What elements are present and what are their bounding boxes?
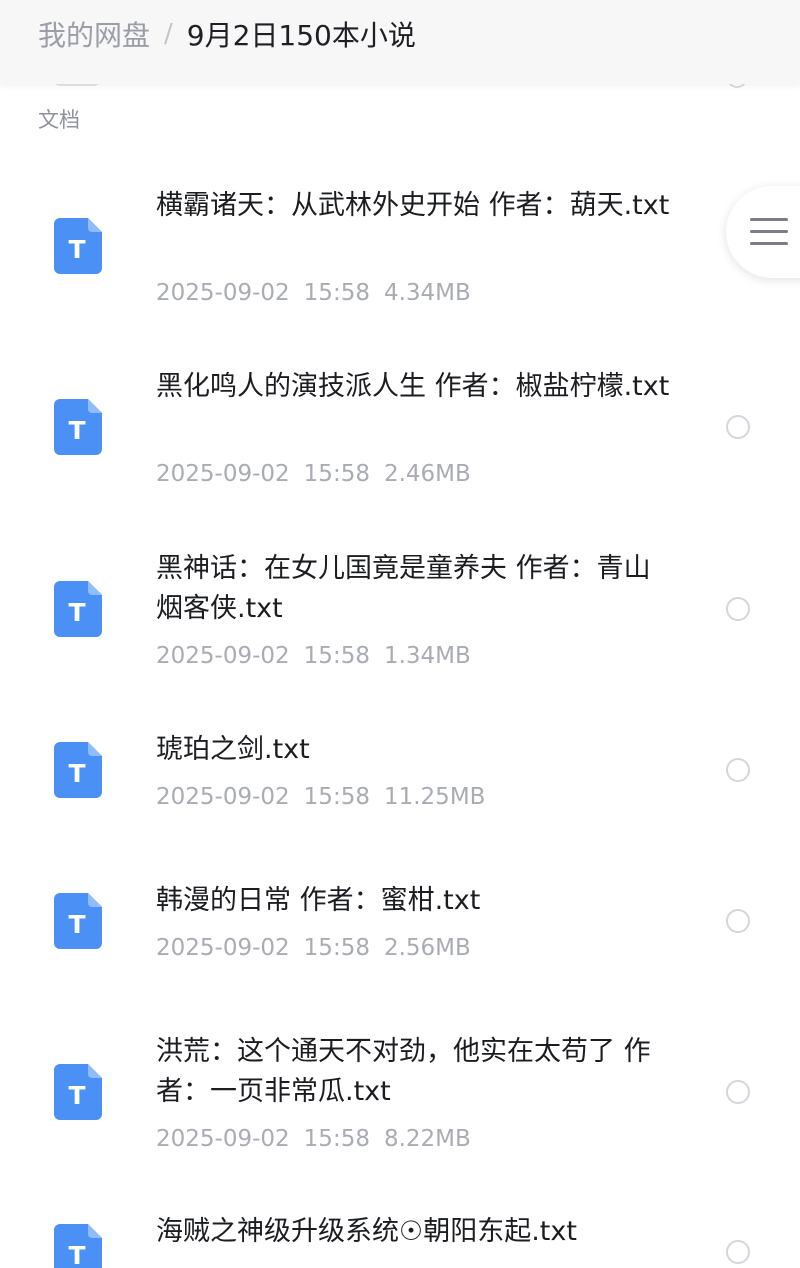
file-list: 文档 T 横霸诸天：从武林外史开始 作者：葫天.txt 2025-09-02 15…	[0, 0, 800, 1268]
breadcrumb: 我的网盘 / 9月2日150本小说	[38, 14, 416, 54]
breadcrumb-current: 9月2日150本小说	[186, 19, 416, 52]
file-meta: 2025-09-02 15:58 2.46MB	[156, 461, 485, 487]
file-name: 海贼之神级升级系统☉朝阳东起.txt	[156, 1216, 577, 1247]
svg-text:T: T	[68, 759, 85, 788]
file-size: 4.34MB	[383, 280, 471, 306]
txt-file-icon: T	[54, 581, 102, 637]
breadcrumb-separator: /	[164, 19, 173, 49]
file-date: 2025-09-02	[156, 1126, 290, 1152]
file-size: 8.22MB	[383, 1126, 471, 1152]
file-date: 2025-09-02	[156, 935, 290, 961]
txt-file-icon: T	[54, 399, 102, 455]
file-date: 2025-09-02	[156, 643, 290, 669]
file-meta: 2025-09-02 15:58 8.22MB	[156, 1126, 485, 1152]
section-label: 文档	[38, 108, 80, 132]
file-date: 2025-09-02	[156, 461, 290, 487]
file-size: 11.25MB	[383, 784, 486, 810]
txt-file-icon: T	[54, 1224, 102, 1268]
txt-file-icon: T	[54, 893, 102, 949]
file-name: 黑化鸣人的演技派人生 作者：椒盐柠檬.txt	[156, 371, 670, 402]
txt-file-icon: T	[54, 742, 102, 798]
txt-file-icon: T	[54, 218, 102, 274]
file-meta: 2025-09-02 15:58 4.34MB	[156, 280, 485, 306]
top-bar: 我的网盘 / 9月2日150本小说	[0, 0, 800, 84]
file-date: 2025-09-02	[156, 280, 290, 306]
file-time: 15:58	[303, 1126, 370, 1152]
svg-text:T: T	[68, 598, 85, 627]
file-name: 黑神话：在女儿国竟是童养夫 作者：青山烟客侠.txt	[156, 553, 651, 624]
file-time: 15:58	[303, 935, 370, 961]
menu-icon	[750, 218, 788, 254]
file-time: 15:58	[303, 280, 370, 306]
file-time: 15:58	[303, 784, 370, 810]
select-radio[interactable]	[726, 909, 750, 933]
file-browser-page: 文档 T 横霸诸天：从武林外史开始 作者：葫天.txt 2025-09-02 15…	[0, 0, 800, 1268]
file-size: 1.34MB	[383, 643, 471, 669]
txt-file-icon: T	[54, 1064, 102, 1120]
svg-text:T: T	[68, 1241, 85, 1268]
file-meta: 2025-09-02 15:58 2.56MB	[156, 935, 485, 961]
file-size: 2.46MB	[383, 461, 471, 487]
file-name: 洪荒：这个通天不对劲，他实在太苟了 作者：一页非常瓜.txt	[156, 1036, 651, 1107]
svg-text:T: T	[68, 910, 85, 939]
select-radio[interactable]	[726, 415, 750, 439]
select-radio[interactable]	[726, 597, 750, 621]
select-radio[interactable]	[726, 1080, 750, 1104]
svg-text:T: T	[68, 416, 85, 445]
file-name: 横霸诸天：从武林外史开始 作者：葫天.txt	[156, 190, 670, 221]
file-time: 15:58	[303, 461, 370, 487]
file-time: 15:58	[303, 643, 370, 669]
select-radio[interactable]	[726, 1240, 750, 1264]
file-date: 2025-09-02	[156, 784, 290, 810]
svg-text:T: T	[68, 235, 85, 264]
file-meta: 2025-09-02 15:58 1.34MB	[156, 643, 485, 669]
breadcrumb-root[interactable]: 我的网盘	[38, 14, 150, 54]
file-size: 2.56MB	[383, 935, 471, 961]
svg-text:T: T	[68, 1081, 85, 1110]
file-name: 琥珀之剑.txt	[156, 734, 310, 765]
select-radio[interactable]	[726, 758, 750, 782]
file-meta: 2025-09-02 15:58 11.25MB	[156, 784, 499, 810]
file-name: 韩漫的日常 作者：蜜柑.txt	[156, 885, 481, 916]
